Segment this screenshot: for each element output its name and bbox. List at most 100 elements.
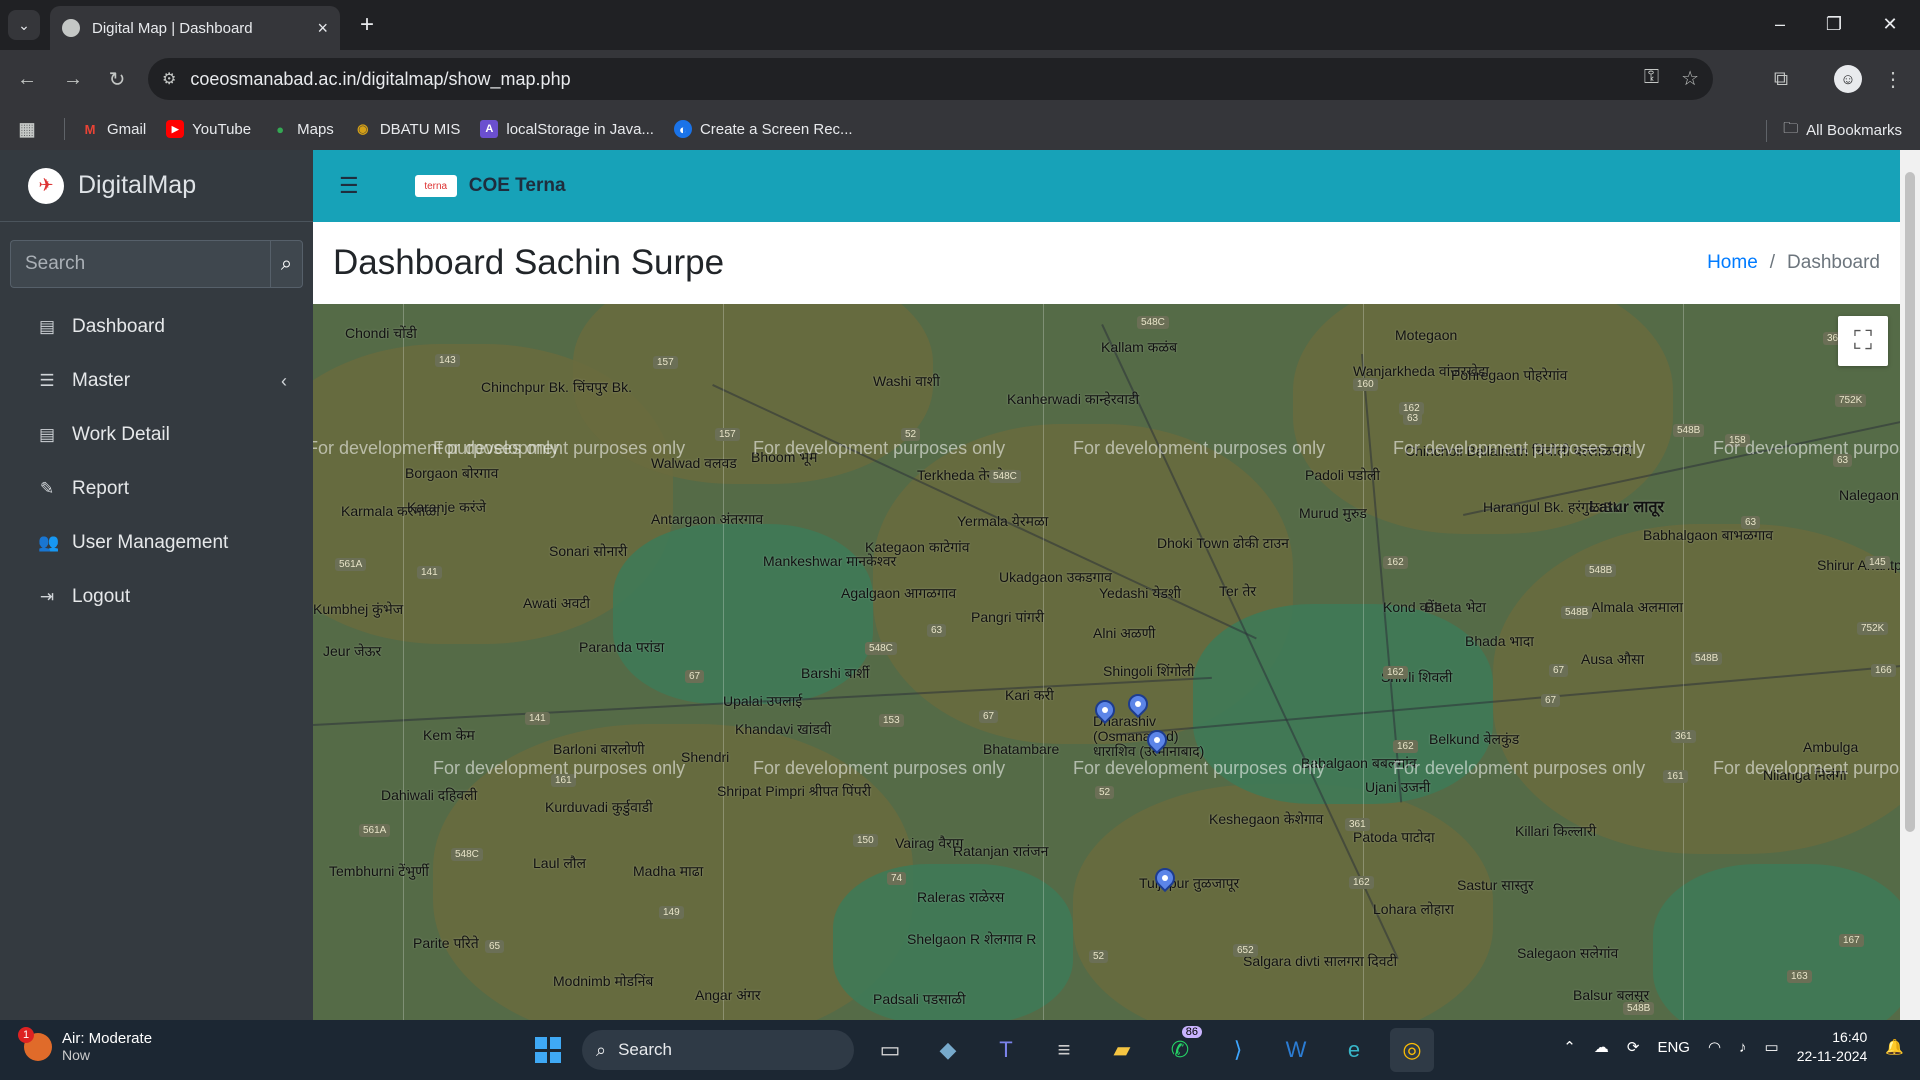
sync-icon[interactable]: ⟳ [1627,1038,1640,1056]
teams-icon[interactable]: T [984,1028,1028,1072]
windows-start-button[interactable] [528,1030,568,1070]
place-label: Bhatambare [983,741,1060,757]
battery-icon[interactable]: ▭ [1765,1038,1779,1056]
sidebar-item-master[interactable]: ☰ Master ‹ [0,354,313,408]
password-key-icon[interactable]: ⚿ [1644,66,1659,91]
weather-widget[interactable]: 1 Air: Moderate Now [18,1026,152,1063]
map-marker[interactable] [1142,725,1172,758]
place-label: Ambulga [1803,739,1859,755]
tab-title: Digital Map | Dashboard [92,19,253,37]
browser-tabstrip: ⌄ Digital Map | Dashboard × + – ❐ ✕ [0,0,1920,50]
map-tile-line [403,304,404,1020]
profile-avatar[interactable]: ☺ [1834,65,1862,93]
map-watermark: For development purposes only [753,438,1006,458]
map-marker[interactable] [1123,689,1153,722]
screen-rec-icon: ◐ [673,120,692,138]
sidebar-item-report[interactable]: ✎ Report [0,462,313,516]
clock[interactable]: 16:40 22-11-2024 [1797,1028,1868,1066]
bookmark-localstorage[interactable]: AlocalStorage in Java... [480,120,654,138]
chevron-up-icon[interactable]: ⌃ [1563,1038,1576,1056]
minimize-button[interactable]: – [1752,6,1808,42]
place-label: Karanje करंजे [407,499,487,515]
place-label: Kallam कळंब [1101,339,1178,355]
hamburger-icon[interactable]: ☰ [339,173,359,199]
map-tile-line [1683,304,1684,1020]
bookmark-screen-rec[interactable]: ◐ Create a Screen Rec... [673,120,853,138]
taskbar-search[interactable]: ⌕ Search [582,1030,854,1070]
address-bar[interactable]: ⚙ coeosmanabad.ac.in/digitalmap/show_map… [148,58,1713,100]
globe-icon [62,19,80,37]
bookmark-divider [64,118,65,140]
sidebar-item-work-detail[interactable]: ▤ Work Detail [0,408,313,462]
chrome-icon[interactable]: ◎ [1390,1028,1434,1072]
place-label: Kem केम [423,727,475,743]
whatsapp-icon[interactable]: ✆ 86 [1158,1026,1202,1072]
brand-link[interactable]: ✈ DigitalMap [0,150,313,222]
apps-grid-icon[interactable]: ▦ [18,119,44,139]
close-icon[interactable]: × [317,18,328,39]
map-watermark: For development purposes only [1073,438,1326,458]
bookmark-youtube[interactable]: ▶ YouTube [166,120,251,138]
wifi-icon[interactable]: ◠ [1708,1038,1721,1056]
place-label: Jeur जेऊर [323,643,382,659]
place-label: Antargaon अंतरगाव [651,511,764,527]
language-indicator[interactable]: ENG [1657,1039,1690,1056]
new-tab-button[interactable]: + [352,10,382,40]
fullscreen-icon: ⛶ [1853,325,1873,355]
sidebar-item-dashboard[interactable]: ▤ Dashboard [0,300,313,354]
tab-search-button[interactable]: ⌄ [8,10,40,40]
browser-tab[interactable]: Digital Map | Dashboard × [50,6,340,50]
vscode-icon[interactable]: ⟩ [1216,1028,1260,1072]
map-watermark: For development purposes only [1073,758,1326,778]
sidebar-search-input[interactable] [10,240,270,288]
bookmark-star-icon[interactable]: ☆ [1681,66,1699,91]
reload-button[interactable]: ↻ [100,62,134,96]
place-label: Bheta भेटा [1425,599,1486,615]
back-button[interactable]: ← [10,62,44,96]
place-label: Chondi चोंडी [345,325,417,341]
bookmark-gmail[interactable]: M Gmail [81,120,147,138]
road-shield: 548B [1585,564,1617,577]
notification-bell-icon[interactable]: 🔔 [1885,1038,1904,1056]
road-shield: 150 [853,834,878,847]
search-icon: ⌕ [280,252,293,275]
menu-icon[interactable]: ⋮ [1876,62,1910,96]
close-window-button[interactable]: ✕ [1862,6,1918,42]
fullscreen-button[interactable]: ⛶ [1838,316,1888,366]
all-bookmarks[interactable]: 🗀 All Bookmarks [1766,118,1902,143]
search-button[interactable]: ⌕ [270,240,303,288]
map-marker[interactable] [1090,695,1120,728]
file-explorer-icon[interactable]: ▰ [1100,1028,1144,1072]
place-label: Belkund बेलकुंड [1429,731,1520,747]
bookmark-maps[interactable]: ● Maps [271,120,334,138]
road-shield: 561A [359,824,391,837]
map-pin-dot [1162,875,1168,881]
map-tile-line [1363,304,1364,1020]
place-label: Shelgaon R शेलगाव R [907,931,1037,947]
bookmark-dbatu[interactable]: ◉ DBATU MIS [354,120,460,138]
place-label: Harangul Bk. हरंगुळ Bk. [1483,499,1624,515]
task-view-icon[interactable]: ▭ [868,1028,912,1072]
volume-icon[interactable]: ♪ [1739,1039,1747,1056]
sidebar-item-logout[interactable]: ⇥ Logout [0,570,313,624]
page-scrollbar[interactable] [1900,150,1920,1020]
forward-button[interactable]: → [56,62,90,96]
map-marker[interactable] [1150,863,1180,896]
onedrive-icon[interactable]: ☁ [1594,1038,1609,1056]
google-map[interactable]: Chondi चोंडी Chinchpur Bk. चिंचपुर Bk. W… [313,304,1900,1020]
road-shield: 561A [335,558,367,571]
app-icon[interactable]: ≡ [1042,1028,1086,1072]
brand-logo: ✈ [28,167,64,204]
word-icon[interactable]: W [1274,1028,1318,1072]
edge-icon[interactable]: e [1332,1028,1376,1072]
restore-button[interactable]: ❐ [1806,6,1862,42]
copilot-icon[interactable]: ◆ [926,1028,970,1072]
road-shield: 63 [1403,412,1423,425]
extensions-icon[interactable]: ⧉ [1764,62,1798,96]
scrollbar-thumb[interactable] [1905,172,1915,832]
site-info-icon[interactable]: ⚙ [162,69,176,89]
breadcrumb-home[interactable]: Home [1707,252,1758,274]
place-label: Kanherwadi कान्हेरवाडी [1007,391,1140,407]
os-taskbar: 1 Air: Moderate Now ⌕ Search ▭ ◆ T ≡ ▰ ✆ 8… [0,1020,1920,1080]
sidebar-item-user-management[interactable]: 👥 User Management [0,516,313,570]
